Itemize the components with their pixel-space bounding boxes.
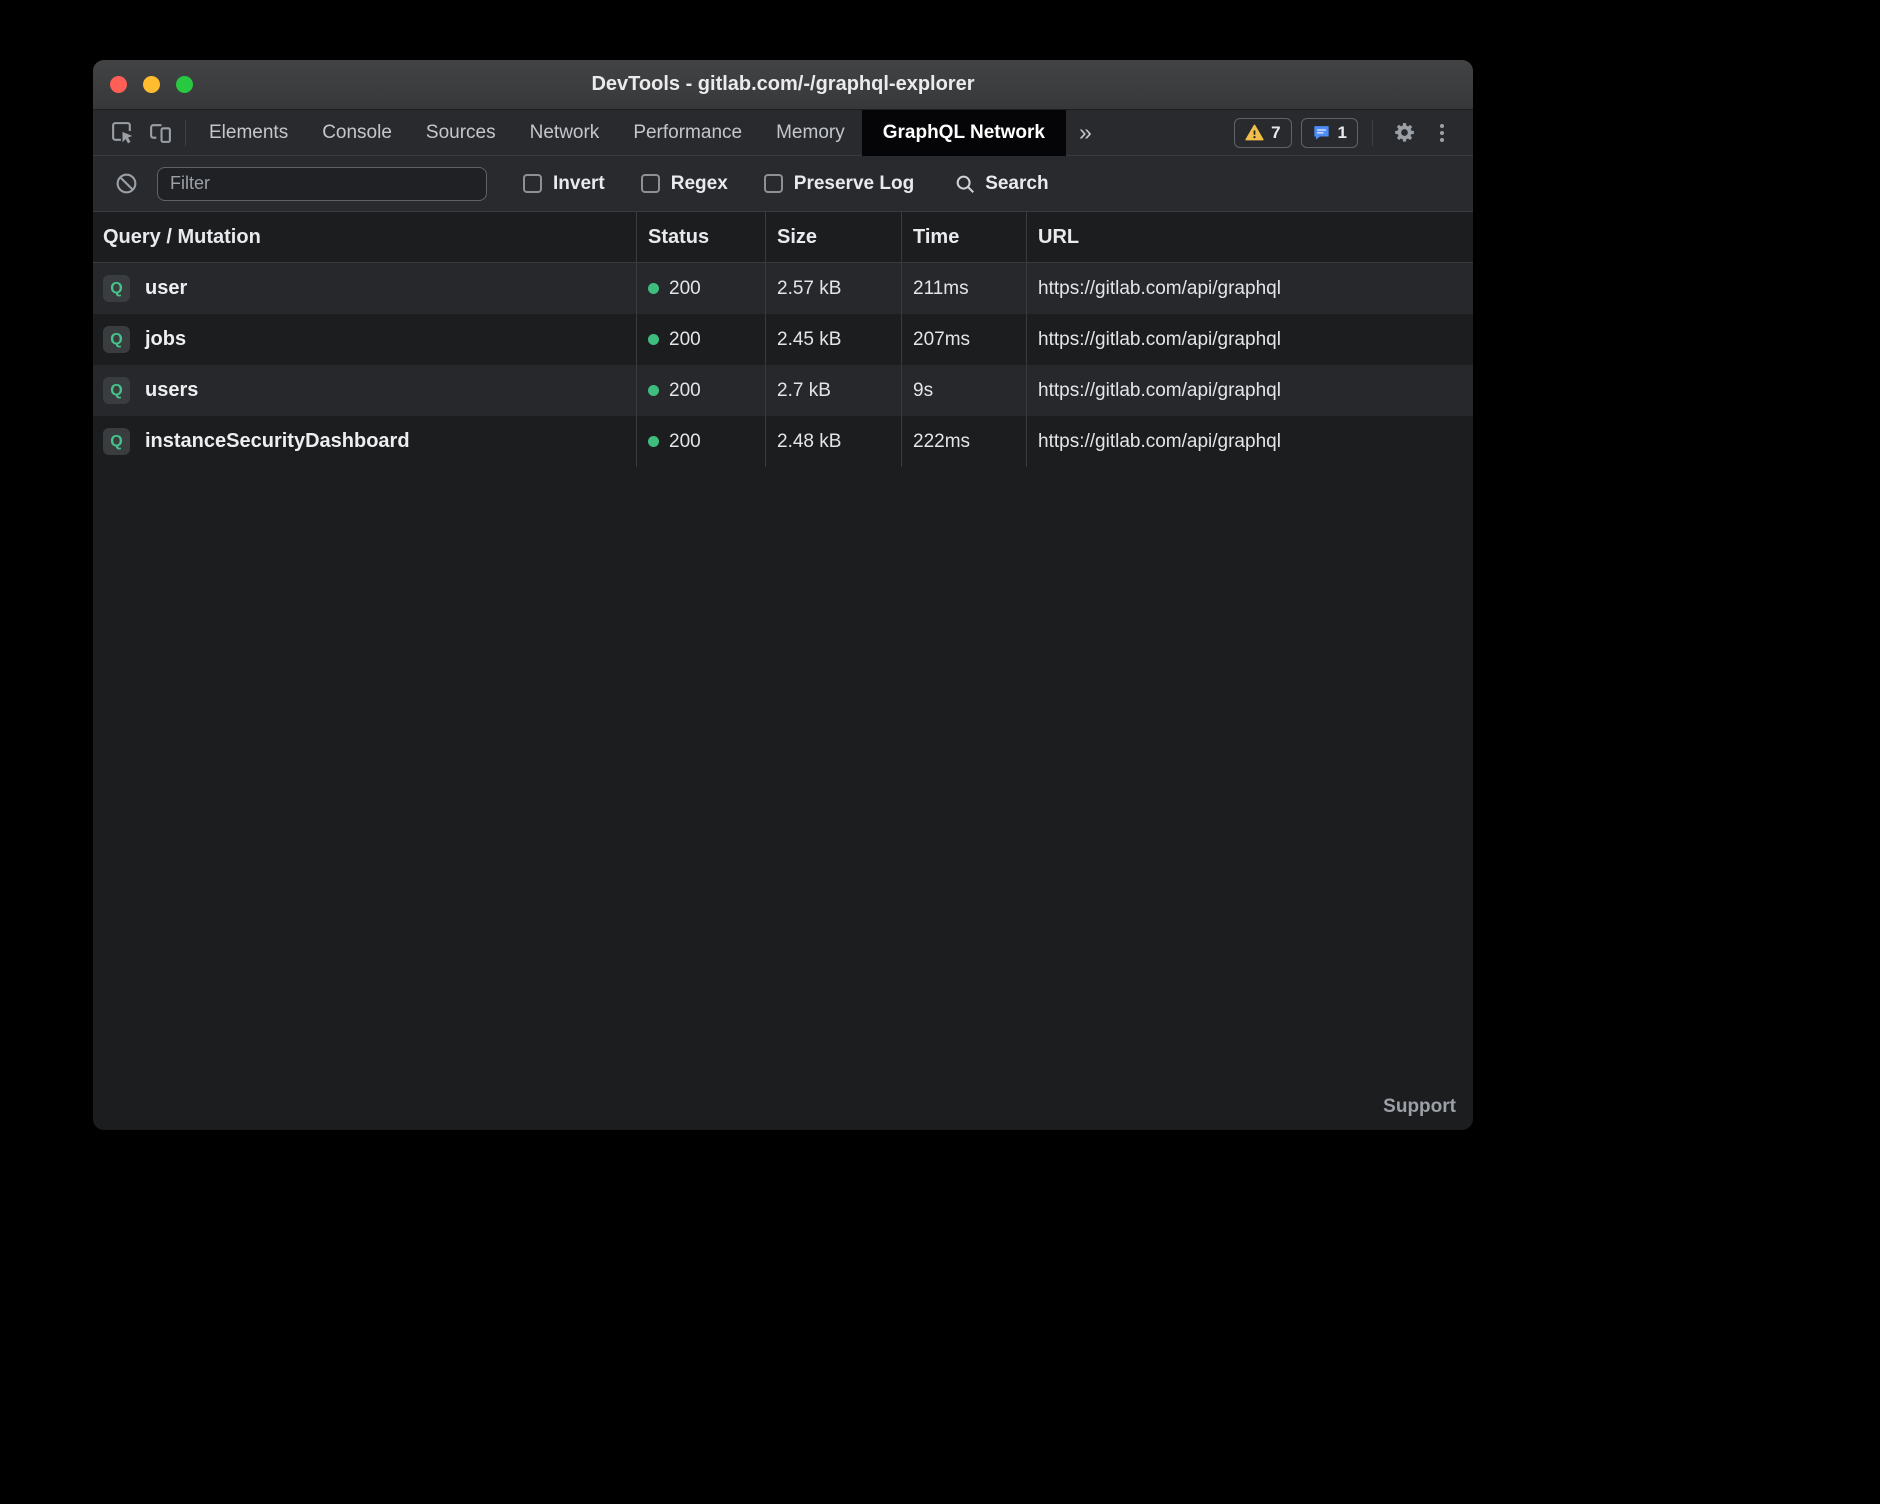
- status-code: 200: [669, 329, 701, 351]
- column-header-status[interactable]: Status: [636, 212, 765, 262]
- tab-sources[interactable]: Sources: [409, 110, 513, 156]
- tab-network[interactable]: Network: [513, 110, 617, 156]
- checkbox-icon[interactable]: [523, 174, 542, 193]
- window-title: DevTools - gitlab.com/-/graphql-explorer: [93, 73, 1473, 96]
- search-button[interactable]: Search: [954, 173, 1048, 195]
- table-header: Query / Mutation Status Size Time URL: [93, 212, 1473, 263]
- zoom-window-button[interactable]: [176, 76, 193, 93]
- time-value: 222ms: [901, 416, 1026, 467]
- tab-memory[interactable]: Memory: [759, 110, 862, 156]
- preserve-log-label: Preserve Log: [794, 173, 914, 195]
- table-row[interactable]: Q user 200 2.57 kB 211ms https://gitlab.…: [93, 263, 1473, 314]
- requests-table: Query / Mutation Status Size Time URL Q …: [93, 212, 1473, 467]
- query-type-badge: Q: [103, 326, 130, 353]
- more-tabs-chevron[interactable]: »: [1066, 119, 1105, 146]
- invert-checkbox[interactable]: Invert: [523, 173, 605, 195]
- regex-checkbox[interactable]: Regex: [641, 173, 728, 195]
- tab-elements[interactable]: Elements: [192, 110, 305, 156]
- table-row[interactable]: Q jobs 200 2.45 kB 207ms https://gitlab.…: [93, 314, 1473, 365]
- column-header-query[interactable]: Query / Mutation: [93, 212, 636, 262]
- devtools-tabbar: Elements Console Sources Network Perform…: [93, 110, 1473, 156]
- device-toolbar-icon: [148, 120, 173, 145]
- size-value: 2.45 kB: [765, 314, 901, 365]
- search-icon: [954, 173, 976, 195]
- column-header-time[interactable]: Time: [901, 212, 1026, 262]
- regex-label: Regex: [671, 173, 728, 195]
- time-value: 9s: [901, 365, 1026, 416]
- url-value: https://gitlab.com/api/graphql: [1026, 416, 1473, 467]
- invert-label: Invert: [553, 173, 605, 195]
- tab-graphql-network[interactable]: GraphQL Network: [862, 110, 1066, 156]
- tab-console[interactable]: Console: [305, 110, 409, 156]
- more-options-button[interactable]: [1423, 114, 1461, 152]
- messages-badge[interactable]: 1: [1301, 118, 1358, 148]
- block-clear-icon: [114, 171, 139, 196]
- table-row[interactable]: Q instanceSecurityDashboard 200 2.48 kB …: [93, 416, 1473, 467]
- checkbox-icon[interactable]: [764, 174, 783, 193]
- time-value: 211ms: [901, 263, 1026, 314]
- search-label: Search: [985, 173, 1048, 195]
- gear-icon: [1392, 120, 1417, 145]
- warnings-badge[interactable]: 7: [1234, 118, 1291, 148]
- column-header-url[interactable]: URL: [1026, 212, 1473, 262]
- inspect-element-button[interactable]: [103, 114, 141, 152]
- query-name: user: [145, 277, 187, 300]
- device-toolbar-button[interactable]: [141, 114, 179, 152]
- query-type-badge: Q: [103, 275, 130, 302]
- status-ok-dot: [648, 283, 659, 294]
- url-value: https://gitlab.com/api/graphql: [1026, 263, 1473, 314]
- status-code: 200: [669, 431, 701, 453]
- url-value: https://gitlab.com/api/graphql: [1026, 365, 1473, 416]
- query-type-badge: Q: [103, 377, 130, 404]
- support-link[interactable]: Support: [1383, 1096, 1456, 1118]
- messages-count: 1: [1338, 123, 1347, 143]
- time-value: 207ms: [901, 314, 1026, 365]
- query-name: instanceSecurityDashboard: [145, 430, 410, 453]
- url-value: https://gitlab.com/api/graphql: [1026, 314, 1473, 365]
- status-code: 200: [669, 380, 701, 402]
- clear-requests-button[interactable]: [107, 165, 145, 203]
- status-ok-dot: [648, 334, 659, 345]
- issue-badges: 7 1: [1234, 118, 1358, 148]
- warning-icon: [1245, 123, 1264, 142]
- tab-performance[interactable]: Performance: [616, 110, 759, 156]
- filter-input[interactable]: [157, 167, 487, 201]
- close-window-button[interactable]: [110, 76, 127, 93]
- window-titlebar[interactable]: DevTools - gitlab.com/-/graphql-explorer: [93, 60, 1473, 110]
- filter-toolbar: Invert Regex Preserve Log Search: [93, 156, 1473, 212]
- status-code: 200: [669, 278, 701, 300]
- query-name: jobs: [145, 328, 186, 351]
- status-ok-dot: [648, 436, 659, 447]
- settings-button[interactable]: [1385, 114, 1423, 152]
- kebab-menu-icon: [1440, 124, 1444, 142]
- column-header-size[interactable]: Size: [765, 212, 901, 262]
- table-row[interactable]: Q users 200 2.7 kB 9s https://gitlab.com…: [93, 365, 1473, 416]
- query-type-badge: Q: [103, 428, 130, 455]
- inspect-cursor-icon: [110, 120, 135, 145]
- minimize-window-button[interactable]: [143, 76, 160, 93]
- size-value: 2.57 kB: [765, 263, 901, 314]
- toolbar-divider: [185, 120, 186, 146]
- preserve-log-checkbox[interactable]: Preserve Log: [764, 173, 914, 195]
- devtools-window: DevTools - gitlab.com/-/graphql-explorer…: [93, 60, 1473, 1130]
- size-value: 2.7 kB: [765, 365, 901, 416]
- size-value: 2.48 kB: [765, 416, 901, 467]
- status-ok-dot: [648, 385, 659, 396]
- warnings-count: 7: [1271, 123, 1280, 143]
- traffic-lights: [93, 76, 193, 93]
- query-name: users: [145, 379, 198, 402]
- checkbox-icon[interactable]: [641, 174, 660, 193]
- message-bubble-icon: [1312, 123, 1331, 142]
- toolbar-divider: [1372, 120, 1373, 146]
